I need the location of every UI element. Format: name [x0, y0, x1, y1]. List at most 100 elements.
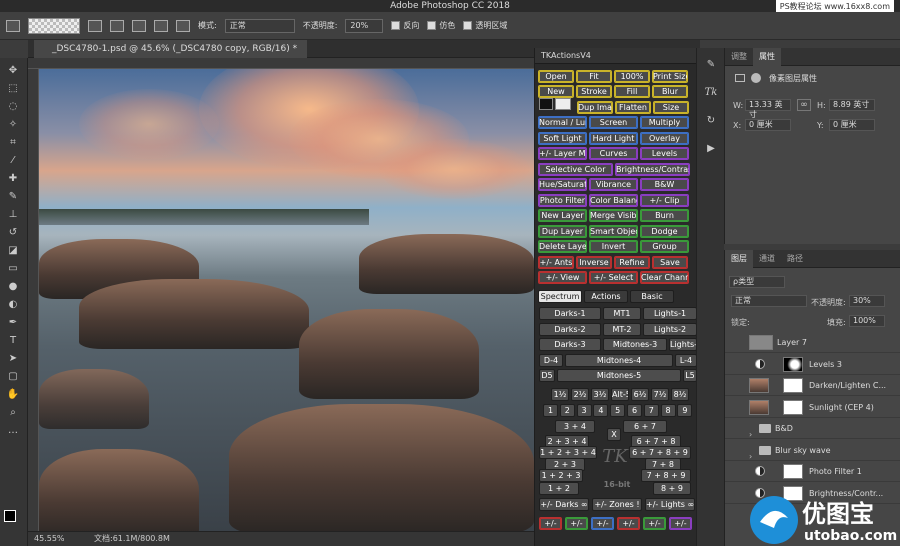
spectrum-button[interactable]: L5: [683, 369, 697, 382]
layer-row[interactable]: › B&D: [725, 418, 900, 439]
dither-option[interactable]: 仿色: [427, 20, 455, 31]
zone-button[interactable]: 7½: [651, 388, 669, 401]
foreground-color-swatch[interactable]: [4, 510, 16, 522]
fill-input[interactable]: 100%: [849, 315, 885, 327]
layer-opacity-input[interactable]: 30%: [849, 295, 885, 307]
tk-action-button[interactable]: Save: [652, 256, 688, 269]
tk-small-button[interactable]: +/-: [643, 517, 666, 530]
zone-button[interactable]: 2½: [571, 388, 589, 401]
layer-row[interactable]: Layer 7: [725, 332, 900, 353]
reflected-gradient-icon[interactable]: [154, 19, 168, 32]
tk-action-button[interactable]: Blur: [652, 85, 688, 98]
x-field[interactable]: 0 厘米: [745, 119, 791, 131]
tk-action-button[interactable]: Inverse: [576, 256, 612, 269]
tk-action-button[interactable]: Soft Light: [538, 132, 587, 145]
number-button[interactable]: 8: [660, 404, 676, 417]
dodge-tool-icon[interactable]: ◐: [6, 298, 20, 312]
number-button[interactable]: 3: [576, 404, 592, 417]
visibility-eye-icon[interactable]: [729, 359, 739, 369]
tk-action-button[interactable]: Dodge: [640, 225, 689, 238]
y-field[interactable]: 0 厘米: [829, 119, 875, 131]
visibility-eye-icon[interactable]: [729, 380, 739, 390]
tk-bottom-button[interactable]: +/- Lights ∞: [645, 498, 695, 511]
tk-action-button[interactable]: Brightness/Contrast: [615, 163, 690, 176]
tk-bottom-button[interactable]: +/- Darks ∞: [539, 498, 589, 511]
tk-action-button[interactable]: Screen: [589, 116, 638, 129]
brush-settings-icon[interactable]: ✎: [704, 58, 718, 72]
document-tab[interactable]: _DSC4780-1.psd @ 45.6% (_DSC4780 copy, R…: [34, 40, 308, 58]
combo-button-right[interactable]: 8 + 9: [653, 482, 691, 495]
tk-action-button[interactable]: +/- Select: [589, 271, 638, 284]
number-button[interactable]: 6: [627, 404, 642, 417]
pen-tool-icon[interactable]: ✒: [6, 316, 20, 330]
play-actions-icon[interactable]: ▶: [704, 142, 718, 156]
spectrum-button[interactable]: Darks-3: [539, 338, 601, 351]
zone-button[interactable]: 6½: [631, 388, 649, 401]
tk-action-button[interactable]: Dup Image: [577, 101, 613, 114]
layer-row[interactable]: Levels 3: [725, 354, 900, 375]
dither-checkbox[interactable]: [427, 21, 437, 30]
blend-mode-select[interactable]: 正常: [731, 295, 807, 307]
diamond-gradient-icon[interactable]: [176, 19, 190, 32]
tk-action-button[interactable]: Vibrance: [589, 178, 638, 191]
tk-small-button[interactable]: +/-: [565, 517, 588, 530]
tk-tab-basic[interactable]: Basic: [630, 290, 674, 303]
marquee-tool-icon[interactable]: ⬚: [6, 82, 20, 96]
tk-action-button[interactable]: Fit: [576, 70, 612, 83]
zone-button[interactable]: 1½: [551, 388, 569, 401]
number-button[interactable]: 7: [643, 404, 659, 417]
tab-properties[interactable]: 属性: [753, 48, 781, 66]
history-brush-tool-icon[interactable]: ↺: [6, 226, 20, 240]
spectrum-button[interactable]: MT-2: [603, 322, 641, 336]
tk-action-button[interactable]: Overlay: [640, 132, 689, 145]
tk-action-button[interactable]: Burn: [640, 209, 689, 222]
stamp-tool-icon[interactable]: ⊥: [6, 208, 20, 222]
eyedropper-tool-icon[interactable]: ⁄: [6, 154, 20, 168]
zone-button[interactable]: 3½: [591, 388, 609, 401]
tk-action-button[interactable]: Fill: [614, 85, 650, 98]
opacity-input[interactable]: 20%: [345, 18, 384, 33]
tk-tab-actions[interactable]: Actions: [584, 290, 628, 303]
tab-channels[interactable]: 通道: [753, 250, 781, 268]
reverse-option[interactable]: 反向: [391, 20, 419, 31]
combo-x-button[interactable]: X: [607, 428, 621, 441]
combo-button-left[interactable]: 1 + 2: [539, 482, 579, 495]
spectrum-button[interactable]: Midtones-3: [603, 338, 667, 351]
layer-row[interactable]: Photo Filter 1: [725, 461, 900, 482]
move-tool-icon[interactable]: ✥: [6, 64, 20, 78]
brush-tool-icon[interactable]: ✎: [6, 190, 20, 204]
combo-button-right[interactable]: 6 + 7: [623, 420, 667, 433]
white-swatch[interactable]: [555, 98, 571, 110]
visibility-eye-icon[interactable]: [729, 423, 739, 433]
width-field[interactable]: 13.33 英寸: [745, 99, 791, 119]
layer-row[interactable]: Sunlight (CEP 4): [725, 397, 900, 418]
spectrum-button[interactable]: Midtones-5: [557, 369, 681, 382]
tk-action-button[interactable]: Clear Channels: [640, 271, 689, 284]
combo-button-right[interactable]: 7 + 8 + 9: [641, 469, 691, 482]
tk-action-button[interactable]: 100%: [614, 70, 650, 83]
type-tool-icon[interactable]: T: [6, 334, 20, 348]
spectrum-button[interactable]: MT1: [603, 307, 641, 320]
angle-gradient-icon[interactable]: [132, 19, 146, 32]
tk-action-button[interactable]: Group: [640, 240, 689, 253]
tk-small-button[interactable]: +/-: [591, 517, 614, 530]
tk-action-button[interactable]: New Layer: [538, 209, 587, 222]
tk-action-button[interactable]: Selective Color: [538, 163, 613, 176]
magic-wand-tool-icon[interactable]: ✧: [6, 118, 20, 132]
more-tools-icon[interactable]: …: [6, 424, 20, 438]
spectrum-button[interactable]: Darks-2: [539, 322, 601, 336]
tk-action-button[interactable]: Refine: [614, 256, 650, 269]
spectrum-button[interactable]: L-4: [675, 353, 697, 367]
tk-bottom-button[interactable]: +/- Zones !: [592, 498, 642, 511]
tk-action-button[interactable]: Invert: [589, 240, 638, 253]
transparency-checkbox[interactable]: [463, 21, 473, 30]
link-icon[interactable]: ∞: [797, 99, 811, 111]
eraser-tool-icon[interactable]: ◪: [6, 244, 20, 258]
mode-select[interactable]: 正常: [224, 18, 295, 33]
tk-action-button[interactable]: +/- View: [538, 271, 587, 284]
gradient-picker[interactable]: [28, 17, 80, 34]
layer-mask-thumbnail[interactable]: [783, 356, 803, 372]
tk-action-button[interactable]: Open: [538, 70, 574, 83]
spectrum-button[interactable]: Lights-3: [669, 338, 697, 351]
hand-tool-icon[interactable]: ✋: [6, 388, 20, 402]
